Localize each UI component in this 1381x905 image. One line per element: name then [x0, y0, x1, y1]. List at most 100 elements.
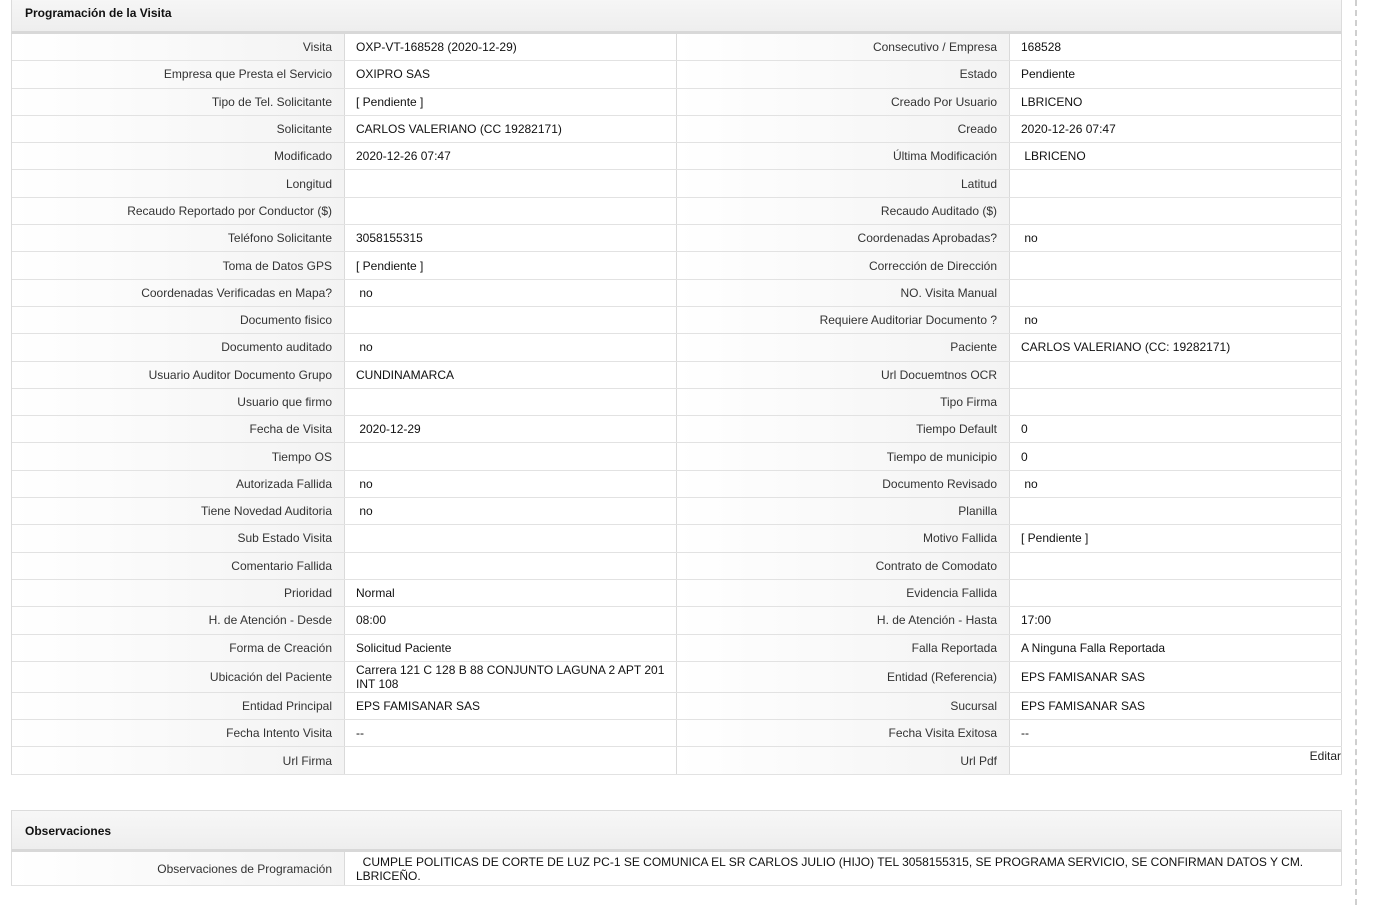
- field-label: Recaudo Auditado ($): [677, 197, 1010, 225]
- field-value: [ Pendiente ]: [345, 88, 677, 115]
- section-title: Programación de la Visita: [25, 6, 172, 20]
- field-label: Documento fisico: [12, 306, 345, 334]
- field-value: [1010, 579, 1342, 607]
- field-label: Sub Estado Visita: [12, 525, 345, 552]
- detail-row: Documento fisico Requiere Auditoriar Docu…: [12, 306, 1342, 335]
- section-title: Observaciones: [25, 824, 112, 838]
- field-label: NO. Visita Manual: [677, 279, 1010, 306]
- field-value: [345, 443, 677, 470]
- detail-row: Url Firma Url Pdf Editar: [12, 747, 1342, 775]
- detail-row: Ubicación del Paciente Carrera 121 C 128 …: [12, 661, 1342, 693]
- detail-row: Fecha de Visita 2020-12-29 Tiempo Default…: [12, 416, 1342, 444]
- detail-row: Documento auditado no Paciente CARLOS VALE…: [12, 334, 1342, 362]
- field-value: EPS FAMISANAR SAS: [1010, 661, 1342, 692]
- detail-row: H. de Atención - Desde 08:00 H. de Atenció…: [12, 607, 1342, 635]
- field-value: [1010, 361, 1342, 388]
- field-value: 17:00: [1010, 607, 1342, 634]
- observations-row: Observaciones de Programación CUMPLE POL…: [11, 852, 1342, 886]
- field-label: Evidencia Fallida: [677, 579, 1010, 607]
- field-value: LBRICENO: [1010, 143, 1342, 170]
- field-value: 2020-12-26 07:47: [345, 143, 677, 170]
- detail-row: Usuario que firmo Tipo Firma: [12, 388, 1342, 417]
- field-label: Recaudo Reportado por Conductor ($): [12, 197, 345, 225]
- field-value: LBRICENO: [1010, 88, 1342, 115]
- field-label: Teléfono Solicitante: [12, 225, 345, 252]
- field-label: Entidad (Referencia): [677, 661, 1010, 692]
- field-value: OXP-VT-168528 (2020-12-29): [345, 34, 677, 61]
- field-value: CARLOS VALERIANO (CC 19282171): [345, 115, 677, 143]
- field-value: Normal: [345, 579, 677, 607]
- field-value: [1010, 552, 1342, 579]
- field-label: Ubicación del Paciente: [12, 661, 345, 692]
- field-value: EPS FAMISANAR SAS: [1010, 692, 1342, 720]
- field-label: Entidad Principal: [12, 692, 345, 720]
- field-label: Url Docuemtnos OCR: [677, 361, 1010, 388]
- field-value: no: [345, 334, 677, 361]
- field-label: Documento auditado: [12, 334, 345, 361]
- section-header-observaciones: Observaciones: [11, 810, 1342, 852]
- detail-row: Empresa que Presta el Servicio OXIPRO SAS…: [12, 61, 1342, 89]
- field-label: Forma de Creación: [12, 634, 345, 661]
- field-value: [345, 747, 677, 774]
- field-value: Carrera 121 C 128 B 88 CONJUNTO LAGUNA 2…: [345, 661, 677, 692]
- field-label: Coordenadas Verificadas en Mapa?: [12, 279, 345, 306]
- field-value: 0: [1010, 443, 1342, 470]
- field-label: Solicitante: [12, 115, 345, 143]
- field-label: Tipo de Tel. Solicitante: [12, 88, 345, 115]
- detail-row: Modificado 2020-12-26 07:47 Última Modific…: [12, 143, 1342, 171]
- section-header-visita: Programación de la Visita: [11, 0, 1342, 34]
- field-label: Última Modificación: [677, 143, 1010, 170]
- field-value: 3058155315: [345, 225, 677, 252]
- field-label: Estado: [677, 61, 1010, 88]
- field-value: 2020-12-29: [345, 416, 677, 443]
- field-value: [345, 306, 677, 334]
- detail-row: Tiempo OS Tiempo de municipio 0: [12, 443, 1342, 471]
- field-value: [345, 525, 677, 552]
- visit-section: Programación de la Visita Visita OXP-VT-1…: [11, 0, 1342, 775]
- field-value: EPS FAMISANAR SAS: [345, 692, 677, 720]
- detail-row: Teléfono Solicitante 3058155315 Coordenada…: [12, 225, 1342, 253]
- field-label: Motivo Fallida: [677, 525, 1010, 552]
- edit-link[interactable]: Editar: [1310, 749, 1341, 763]
- detail-row: Entidad Principal EPS FAMISANAR SAS Sucurs…: [12, 692, 1342, 721]
- field-value: [1010, 279, 1342, 306]
- visit-details-grid: Visita OXP-VT-168528 (2020-12-29) Consecut…: [11, 34, 1342, 775]
- page: Programación de la Visita Visita OXP-VT-1…: [0, 0, 1381, 905]
- field-value: CUNDINAMARCA: [345, 361, 677, 388]
- observations-section: Observaciones Observaciones de Programac…: [11, 810, 1342, 886]
- field-value: no: [1010, 306, 1342, 334]
- field-value: no: [345, 279, 677, 306]
- field-value: [1010, 197, 1342, 225]
- field-label: Tipo Firma: [677, 388, 1010, 416]
- field-value: 0: [1010, 416, 1342, 443]
- field-value: [345, 388, 677, 416]
- field-value: [ Pendiente ]: [1010, 525, 1342, 552]
- field-label: Creado Por Usuario: [677, 88, 1010, 115]
- field-label: Documento Revisado: [677, 470, 1010, 498]
- field-label: Tiempo de municipio: [677, 443, 1010, 470]
- field-label: Empresa que Presta el Servicio: [12, 61, 345, 88]
- field-label: Tiene Novedad Auditoria: [12, 498, 345, 525]
- field-label: Consecutivo / Empresa: [677, 34, 1010, 61]
- field-value: [345, 170, 677, 197]
- field-label: Paciente: [677, 334, 1010, 361]
- field-label: Creado: [677, 115, 1010, 143]
- field-value: no: [345, 470, 677, 498]
- detail-row: Prioridad Normal Evidencia Fallida: [12, 579, 1342, 608]
- detail-row: Usuario Auditor Documento Grupo CUNDINAMA…: [12, 361, 1342, 389]
- field-value: [345, 197, 677, 225]
- field-value: Pendiente: [1010, 61, 1342, 88]
- field-label: Toma de Datos GPS: [12, 252, 345, 279]
- field-label: H. de Atención - Desde: [12, 607, 345, 634]
- field-value: CARLOS VALERIANO (CC: 19282171): [1010, 334, 1342, 361]
- field-value: [ Pendiente ]: [345, 252, 677, 279]
- field-label: Usuario que firmo: [12, 388, 345, 416]
- detail-row: Solicitante CARLOS VALERIANO (CC 19282171…: [12, 115, 1342, 144]
- field-value: [1010, 170, 1342, 197]
- field-value: no: [345, 498, 677, 525]
- field-label: H. de Atención - Hasta: [677, 607, 1010, 634]
- field-label: Autorizada Fallida: [12, 470, 345, 498]
- field-label: Tiempo Default: [677, 416, 1010, 443]
- field-label: Planilla: [677, 498, 1010, 525]
- field-value: --: [345, 720, 677, 747]
